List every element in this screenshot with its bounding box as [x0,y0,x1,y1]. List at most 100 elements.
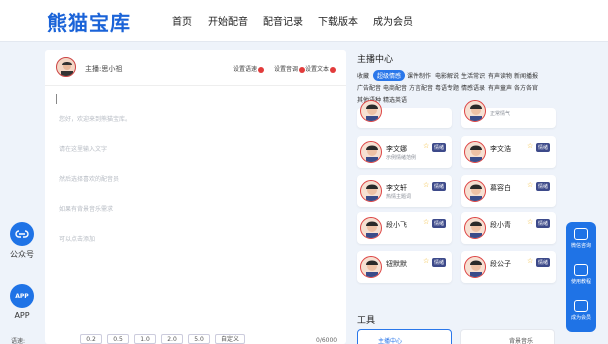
chat-icon [574,228,588,240]
char-count: 0/6000 [316,337,338,344]
anchor-name: 段公子 [490,260,511,268]
star-icon[interactable]: ☆ [527,257,533,265]
star-icon[interactable]: ☆ [527,181,533,189]
emotion-badge: 情绪 [536,219,551,228]
anchor-avatar [360,256,382,278]
anchor-name: 李文娜 [386,145,407,153]
app-label: APP [14,311,30,320]
anchor-card[interactable]: 李文轩热情主题词 ☆ 情绪 [357,175,452,207]
set-pitch-button[interactable]: 设置音调 [274,64,306,73]
anchor-description: 热情主题词 [386,194,412,200]
anchor-card[interactable]: 正常情气 [461,100,556,128]
emotion-badge: 情绪 [432,258,447,267]
speed-option[interactable]: 0.5 [107,334,129,344]
set-speed-button[interactable]: 设置语速 [233,64,265,73]
editor-header: 主播:思小祖 设置语速 设置音调 设置文本 [45,50,346,86]
link-icon [10,222,34,246]
speed-label: 语速: [11,338,26,344]
star-icon[interactable]: ☆ [423,257,429,265]
anchor-name: 慕容白 [490,184,511,192]
speed-option[interactable]: 2.0 [161,334,183,344]
star-icon[interactable]: ☆ [527,142,533,150]
star-icon[interactable]: ☆ [527,218,533,226]
anchor-name: 段小青 [490,221,511,229]
anchor-avatar [360,217,382,239]
anchor-avatar [464,256,486,278]
anchor-card[interactable] [357,100,452,128]
anchor-name: 钮默默 [386,260,407,268]
speed-custom-option[interactable]: 自定义 [215,334,245,344]
tag-ecommerce[interactable]: 电商配音 [383,83,407,92]
message-icon [574,264,588,276]
speed-option[interactable]: 0.2 [80,334,102,344]
emotion-badge: 情绪 [432,182,447,191]
anchor-avatar[interactable] [56,57,76,77]
site-logo[interactable]: 熊猫宝库 [47,7,131,36]
text-editor-panel: 主播:思小祖 设置语速 设置音调 设置文本 您好，欢迎来到熊猫宝库。 请在这里输… [45,50,346,344]
official-account-button[interactable]: 公众号 [8,222,36,260]
emotion-badge: 情绪 [432,219,447,228]
nav-dubbing-records[interactable]: 配音记录 [263,13,303,28]
tool-background-music[interactable]: 背景音乐 [460,329,555,344]
tag-favorites[interactable]: 收藏 [357,71,369,80]
anchor-card[interactable]: 段小青 ☆ 情绪 [461,212,556,244]
anchor-avatar [464,141,486,163]
star-icon[interactable]: ☆ [423,181,429,189]
text-cursor [56,94,57,104]
anchor-description: 正常情气 [490,111,511,117]
tutorial-button[interactable]: 使用教程 [566,264,596,285]
nav-home[interactable]: 首页 [172,13,192,28]
tag-courseware[interactable]: 课件制作 [407,71,431,80]
star-icon[interactable]: ☆ [423,218,429,226]
anchor-name: 段小飞 [386,221,407,229]
anchor-avatar [464,180,486,202]
anchor-avatar [464,100,486,122]
app-button[interactable]: APP APP [8,284,36,320]
tag-dialect[interactable]: 方言配音 [409,83,433,92]
tag-news[interactable]: 新闻播报 [514,71,538,80]
tag-english[interactable]: 精选英语 [383,95,407,104]
tag-super-emotion[interactable]: 超级情感 [373,70,406,81]
anchor-card[interactable]: 段公子 ☆ 情绪 [461,251,556,283]
comment-icon [574,300,588,312]
top-bar: 熊猫宝库 首页 开始配音 配音记录 下载版本 成为会员 [0,0,608,42]
anchor-card[interactable]: 段小飞 ☆ 情绪 [357,212,452,244]
anchor-avatar [360,141,382,163]
speed-option[interactable]: 5.0 [188,334,210,344]
official-account-label: 公众号 [10,250,34,259]
nav-download[interactable]: 下载版本 [318,13,358,28]
membership-button[interactable]: 成为会员 [566,300,596,321]
anchor-description: 示例情绪范例 [386,155,417,161]
anchor-name: 李文浩 [490,145,511,153]
tag-ad[interactable]: 广告配音 [357,83,381,92]
star-icon[interactable]: ☆ [423,142,429,150]
tag-cantonese[interactable]: 粤语专题 [435,83,459,92]
nav-membership[interactable]: 成为会员 [373,13,413,28]
anchor-name: 李文轩 [386,184,407,192]
wechat-consult-button[interactable]: 微信咨询 [566,228,596,249]
tag-emotion-quotes[interactable]: 情感语录 [461,83,485,92]
tool-anchor-center[interactable]: 主播中心 [357,329,452,344]
emotion-badge: 情绪 [536,182,551,191]
nav-start-dubbing[interactable]: 开始配音 [208,13,248,28]
app-icon: APP [10,284,34,308]
tag-life-tips[interactable]: 生活常识 [461,71,485,80]
anchor-name: 主播:思小祖 [85,65,123,73]
emotion-badge: 情绪 [536,143,551,152]
anchor-card[interactable]: 李文娜 示例情绪范例 ☆ 情绪 [357,136,452,168]
anchor-avatar [464,217,486,239]
tag-audiobook[interactable]: 有声读物 [488,71,512,80]
text-input-area[interactable]: 您好，欢迎来到熊猫宝库。 请在这里输入文字 然后选择喜欢的配音员 如果有背景音乐… [59,95,131,265]
tag-child-voice[interactable]: 有声童声 [488,83,512,92]
anchor-card[interactable]: 慕容白 ☆ 情绪 [461,175,556,207]
tag-various[interactable]: 各方各官 [514,83,538,92]
anchor-card[interactable]: 李文浩 ☆ 情绪 [461,136,556,168]
speed-option[interactable]: 1.0 [134,334,156,344]
anchor-center-title: 主播中心 [357,55,394,65]
emotion-badge: 情绪 [536,258,551,267]
anchor-card[interactable]: 钮默默 ☆ 情绪 [357,251,452,283]
tag-movie-commentary[interactable]: 电影解说 [435,71,459,80]
tools-title: 工具 [357,316,376,326]
set-text-button[interactable]: 设置文本 [305,64,337,73]
right-service-panel: 微信咨询 使用教程 成为会员 [566,222,596,332]
